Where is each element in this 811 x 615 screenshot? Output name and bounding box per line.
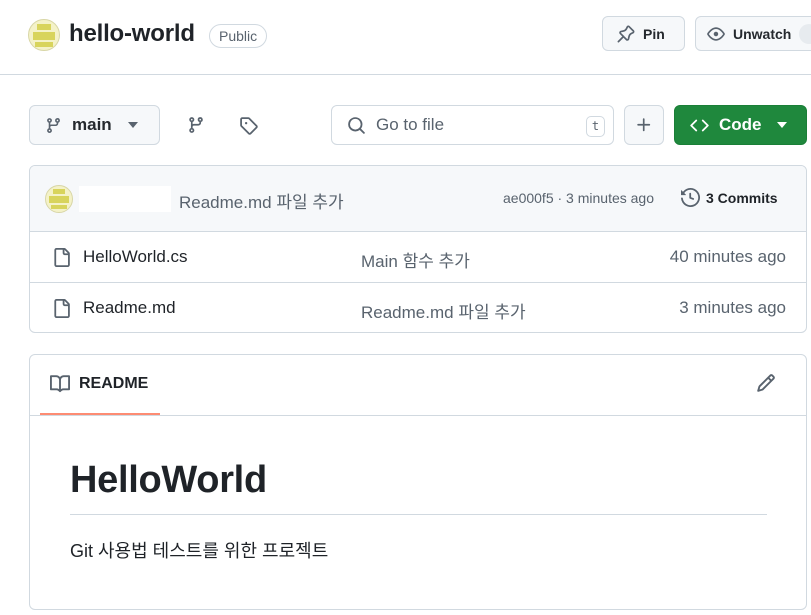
latest-commit-meta[interactable]: ae000f5 · 3 minutes ago (503, 190, 654, 206)
file-name[interactable]: Readme.md (83, 298, 176, 318)
shortcut-key: t (586, 116, 605, 137)
file-row[interactable]: Readme.md Readme.md 파일 추가 3 minutes ago (30, 283, 806, 332)
committer-avatar[interactable] (45, 185, 73, 213)
file-row[interactable]: HelloWorld.cs Main 함수 추가 40 minutes ago (30, 232, 806, 283)
file-icon (54, 248, 70, 267)
branches-link[interactable] (182, 111, 210, 139)
unwatch-button[interactable]: Unwatch (695, 16, 811, 51)
commits-count: 3 Commits (706, 189, 778, 206)
repo-name[interactable]: hello-world (69, 20, 195, 48)
search-icon (348, 116, 365, 134)
unwatch-label: Unwatch (733, 25, 792, 42)
code-label: Code (719, 115, 762, 134)
go-to-file-input[interactable]: Go to file t (331, 105, 614, 145)
latest-commit-bar: Readme.md 파일 추가 ae000f5 · 3 minutes ago … (30, 166, 806, 232)
file-commit-age: 3 minutes ago (679, 298, 786, 317)
caret-down-icon (128, 122, 138, 128)
pin-icon (617, 25, 635, 42)
history-icon (681, 188, 700, 207)
branch-selector[interactable]: main (29, 105, 160, 145)
pin-button[interactable]: Pin (602, 16, 685, 51)
file-table: Readme.md 파일 추가 ae000f5 · 3 minutes ago … (29, 165, 807, 333)
commits-history-link[interactable]: 3 Commits (681, 188, 778, 207)
book-icon (50, 375, 70, 393)
add-file-button[interactable] (624, 105, 664, 145)
tag-icon (239, 116, 258, 135)
branch-name: main (72, 115, 112, 134)
latest-commit-message[interactable]: Readme.md 파일 추가 (179, 188, 344, 213)
readme-tab-label: README (79, 375, 149, 392)
git-branch-icon (47, 117, 60, 133)
owner-avatar[interactable] (28, 19, 60, 51)
readme-tab[interactable]: README (40, 355, 160, 415)
eye-icon (707, 26, 725, 41)
readme-heading: HelloWorld (70, 459, 767, 515)
tags-link[interactable] (234, 111, 262, 139)
readme-header: README (30, 355, 806, 416)
watch-count-badge (799, 23, 811, 44)
pin-label: Pin (643, 25, 665, 42)
repo-header: hello-world Public Pin Unwatch (0, 0, 811, 75)
readme-paragraph: Git 사용법 테스트를 위한 프로젝트 (70, 541, 329, 561)
visibility-badge: Public (209, 24, 268, 48)
file-commit-message[interactable]: Readme.md 파일 추가 (361, 298, 526, 323)
plus-icon (637, 118, 651, 132)
file-commit-message[interactable]: Main 함수 추가 (361, 247, 470, 272)
search-placeholder: Go to file (376, 115, 445, 134)
file-commit-age: 40 minutes ago (669, 247, 786, 266)
pencil-icon[interactable] (756, 373, 776, 393)
commit-author[interactable] (79, 186, 171, 212)
git-branch-icon (189, 117, 203, 133)
file-name[interactable]: HelloWorld.cs (83, 247, 188, 267)
file-icon (54, 299, 70, 318)
readme-panel: README HelloWorld Git 사용법 테스트를 위한 프로젝트 (29, 354, 807, 610)
code-icon (690, 119, 709, 131)
readme-content: HelloWorld Git 사용법 테스트를 위한 프로젝트 (70, 459, 767, 563)
code-button[interactable]: Code (674, 105, 807, 145)
caret-down-icon (777, 122, 787, 128)
